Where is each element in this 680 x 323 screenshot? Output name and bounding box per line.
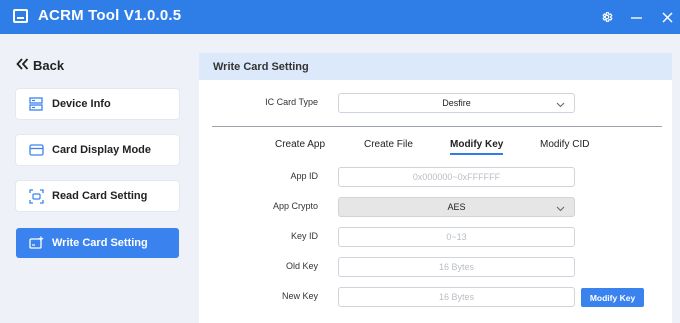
key-tabs: Create App Create File Modify Key Modify… xyxy=(199,139,672,159)
sidebar-item-label: Write Card Setting xyxy=(52,237,148,249)
old-key-placeholder: 16 Bytes xyxy=(438,262,475,272)
app-id-input[interactable]: 0x000000~0xFFFFFF xyxy=(338,167,575,187)
chevron-down-icon xyxy=(556,100,565,110)
back-button[interactable]: Back xyxy=(16,58,64,73)
minimize-icon[interactable] xyxy=(625,6,647,28)
ic-card-type-select[interactable]: Desfire xyxy=(338,93,575,113)
sidebar-item-card-display-mode[interactable]: Card Display Mode xyxy=(16,135,179,165)
read-card-icon xyxy=(28,188,44,204)
app-id-placeholder: 0x000000~0xFFFFFF xyxy=(412,172,501,182)
key-id-label: Key ID xyxy=(290,231,318,241)
app-crypto-label: App Crypto xyxy=(272,201,318,211)
sidebar-item-label: Read Card Setting xyxy=(52,190,148,202)
key-id-placeholder: 0~13 xyxy=(446,232,467,242)
tab-modify-key[interactable]: Modify Key xyxy=(450,139,504,155)
sidebar-item-label: Device Info xyxy=(52,98,111,110)
device-info-icon xyxy=(28,96,44,112)
app-id-label: App ID xyxy=(290,171,318,181)
settings-gear-icon[interactable] xyxy=(596,6,618,28)
ic-card-type-row: IC Card Type Desfire xyxy=(199,93,672,113)
new-key-placeholder: 16 Bytes xyxy=(438,292,475,302)
app-crypto-value: AES xyxy=(447,202,466,212)
sidebar-item-read-card-setting[interactable]: Read Card Setting xyxy=(16,181,179,211)
old-key-row: Old Key 16 Bytes xyxy=(199,257,672,277)
write-card-icon xyxy=(28,235,44,251)
tab-modify-cid[interactable]: Modify CID xyxy=(540,139,589,150)
tab-create-file[interactable]: Create File xyxy=(364,139,413,150)
double-chevron-left-icon xyxy=(16,58,29,73)
section-divider xyxy=(212,126,662,127)
panel-title: Write Card Setting xyxy=(199,53,672,80)
sidebar: Back Device Info Card Display Mode Read … xyxy=(0,34,195,323)
close-icon[interactable] xyxy=(656,6,678,28)
ic-card-type-label: IC Card Type xyxy=(265,97,318,107)
card-display-icon xyxy=(28,142,44,158)
app-id-row: App ID 0x000000~0xFFFFFF xyxy=(199,167,672,187)
new-key-label: New Key xyxy=(281,291,318,301)
app-logo-icon xyxy=(13,9,28,23)
write-card-setting-panel: Write Card Setting IC Card Type Desfire … xyxy=(199,53,672,323)
tab-create-app[interactable]: Create App xyxy=(275,139,325,150)
sidebar-item-device-info[interactable]: Device Info xyxy=(16,89,179,119)
window-title: ACRM Tool V1.0.0.5 xyxy=(38,7,182,24)
key-id-row: Key ID 0~13 xyxy=(199,227,672,247)
chevron-down-icon xyxy=(556,204,565,214)
ic-card-type-value: Desfire xyxy=(442,98,471,108)
back-label: Back xyxy=(33,58,65,73)
old-key-label: Old Key xyxy=(285,261,318,271)
key-id-input[interactable]: 0~13 xyxy=(338,227,575,247)
title-bar: ACRM Tool V1.0.0.5 xyxy=(0,0,680,34)
app-crypto-select[interactable]: AES xyxy=(338,197,575,217)
sidebar-item-label: Card Display Mode xyxy=(52,144,152,156)
modify-key-button[interactable]: Modify Key xyxy=(581,288,644,307)
new-key-input[interactable]: 16 Bytes xyxy=(338,287,575,307)
old-key-input[interactable]: 16 Bytes xyxy=(338,257,575,277)
app-crypto-row: App Crypto AES xyxy=(199,197,672,217)
sidebar-item-write-card-setting[interactable]: Write Card Setting xyxy=(16,228,179,258)
